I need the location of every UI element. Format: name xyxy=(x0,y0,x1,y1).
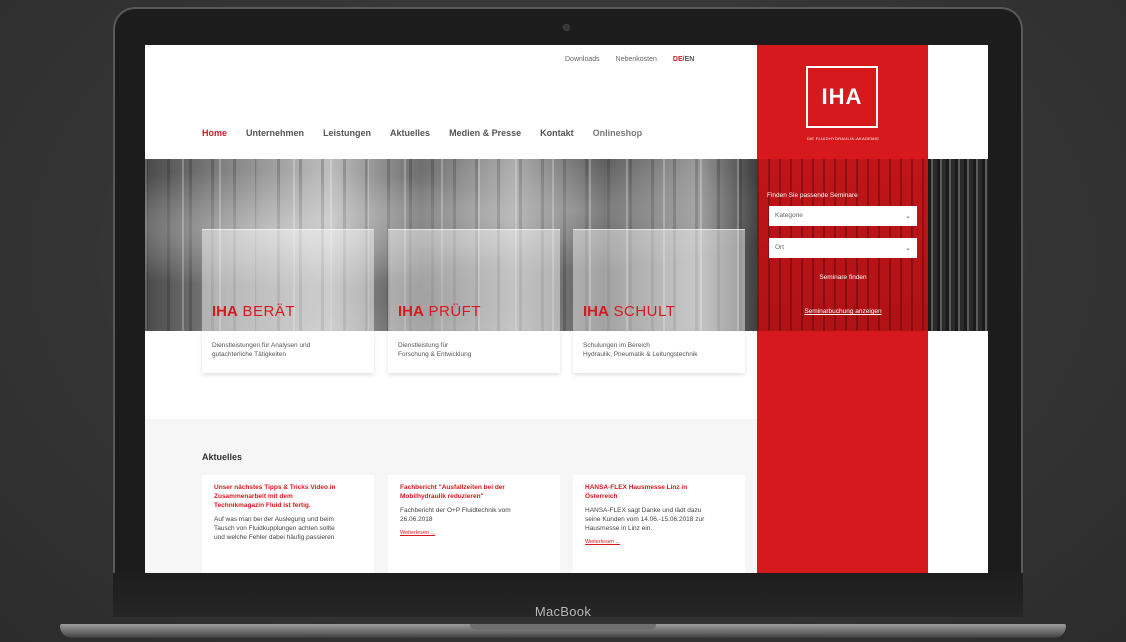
news-title-line: HANSA-FLEX Hausmesse Linz in xyxy=(585,484,688,491)
news-body-line: Fachbericht der O+P Fluidtechnik vom xyxy=(400,507,511,514)
downloads-link[interactable]: Downloads xyxy=(565,56,600,68)
screen: Downloads Nebenkosten DE/EN Home Unterne… xyxy=(145,45,988,573)
news-body: HANSA-FLEX sagt Danke und lädt dazu sein… xyxy=(585,506,733,533)
main-nav: Home Unternehmen Leistungen Aktuelles Me… xyxy=(202,128,642,138)
nav-unternehmen[interactable]: Unternehmen xyxy=(246,128,304,138)
logo-subtitle: DIE FLUIDHYDRAULIK-AKADEMIE xyxy=(806,136,880,141)
news-title[interactable]: Fachbericht "Ausfallzeiten bei der Mobil… xyxy=(400,483,548,501)
nav-onlineshop[interactable]: Onlineshop xyxy=(593,128,643,138)
news-body-line: 26.06.2018 xyxy=(400,516,433,523)
chevron-down-icon: ⌄ xyxy=(905,245,911,252)
news-title-line: Unser nächstes Tipps & Tricks Video in xyxy=(214,484,336,491)
news-title[interactable]: HANSA-FLEX Hausmesse Linz in Österreich xyxy=(585,483,733,501)
news-item[interactable]: Fachbericht "Ausfallzeiten bei der Mobil… xyxy=(388,475,560,573)
all-seminars-link[interactable]: Seminarbuchung anzeigen xyxy=(769,308,917,315)
news-title-line: Fachbericht "Ausfallzeiten bei der xyxy=(400,484,505,491)
card-line: Dienstleistungen für Analysen und xyxy=(212,342,311,349)
news-body-line: Auf was man bei der Auslegung und beim xyxy=(214,516,334,523)
news-body-line: und welche Fehler dabei häufig passieren xyxy=(214,534,335,541)
nav-leistungen[interactable]: Leistungen xyxy=(323,128,371,138)
location-select[interactable]: Ort ⌄ xyxy=(769,238,917,258)
iha-logo[interactable]: IHA xyxy=(806,66,878,128)
logo-text: IHA xyxy=(821,84,863,109)
card-berat-word: BERÄT xyxy=(242,303,296,320)
card-line: gutachterliche Tätigkeiten xyxy=(212,351,286,358)
category-select-label: Kategorie xyxy=(775,212,803,219)
card-line: Forschung & Entwicklung xyxy=(398,351,472,358)
red-sidebar: IHA DIE FLUIDHYDRAULIK-AKADEMIE Finden S… xyxy=(757,45,928,573)
card-pruft-word: PRÜFT xyxy=(428,303,482,320)
read-more-link[interactable]: Weiterlesen ... xyxy=(585,539,733,545)
nav-aktuelles[interactable]: Aktuelles xyxy=(390,128,430,138)
category-select[interactable]: Kategorie ⌄ xyxy=(769,206,917,226)
news-body: Fachbericht der O+P Fluidtechnik vom 26.… xyxy=(400,506,548,524)
card-line: Hydraulik, Pneumatik & Leitungstechnik xyxy=(583,351,698,358)
news-title-line: Österreich xyxy=(585,493,618,500)
right-hero-strip xyxy=(928,159,988,331)
card-berat-brand: IHA xyxy=(212,303,238,320)
news-title-line: Mobilhydraulik reduzieren" xyxy=(400,493,484,500)
card-schult-word: SCHULT xyxy=(613,303,676,320)
news-heading: Aktuelles xyxy=(202,452,243,462)
nav-kontakt[interactable]: Kontakt xyxy=(540,128,574,138)
card-pruft-title[interactable]: IHA PRÜFT xyxy=(398,303,481,320)
news-title-line: Zusammenarbeit mit dem xyxy=(214,493,293,500)
nebenkosten-link[interactable]: Nebenkosten xyxy=(616,56,657,68)
news-item[interactable]: Unser nächstes Tipps & Tricks Video in Z… xyxy=(202,475,374,573)
card-berat-title[interactable]: IHA BERÄT xyxy=(212,303,295,320)
news-body: Auf was man bei der Auslegung und beim T… xyxy=(214,515,362,542)
language-switch: DE/EN xyxy=(673,56,694,68)
news-body-line: seine Kunden vom 14.06.-15.06.2018 zur xyxy=(585,516,705,523)
chevron-down-icon: ⌄ xyxy=(905,213,911,220)
lang-en-link[interactable]: EN xyxy=(685,56,695,63)
location-select-label: Ort xyxy=(775,244,785,251)
top-links: Downloads Nebenkosten DE/EN xyxy=(565,56,694,68)
read-more-link[interactable]: Weiterlesen ... xyxy=(400,530,548,536)
lang-de-link[interactable]: DE xyxy=(673,56,683,63)
news-title-line: Technikmagazin Fluid ist fertig. xyxy=(214,502,311,509)
camera-icon xyxy=(563,24,570,31)
card-schult-brand: IHA xyxy=(583,303,609,320)
card-schult-title[interactable]: IHA SCHULT xyxy=(583,303,675,320)
find-seminars-button[interactable]: Seminare finden xyxy=(769,270,917,286)
seminar-finder-title: Finden Sie passende Seminare xyxy=(767,192,858,199)
card-schult-description: Schulungen im Bereich Hydraulik, Pneumat… xyxy=(573,331,745,373)
news-body-line: Hausmesse in Linz ein. xyxy=(585,525,653,532)
card-line: Schulungen im Bereich xyxy=(583,342,650,349)
news-item[interactable]: HANSA-FLEX Hausmesse Linz in Österreich … xyxy=(573,475,745,573)
card-pruft-brand: IHA xyxy=(398,303,424,320)
nav-home[interactable]: Home xyxy=(202,128,227,138)
nav-medien-presse[interactable]: Medien & Presse xyxy=(449,128,521,138)
news-title[interactable]: Unser nächstes Tipps & Tricks Video in Z… xyxy=(214,483,362,510)
card-line: Dienstleistung für xyxy=(398,342,449,349)
news-body-line: Tausch von Fluidkupplungen achten sollte xyxy=(214,525,335,532)
card-pruft-description: Dienstleistung für Forschung & Entwicklu… xyxy=(388,331,560,373)
card-berat-description: Dienstleistungen für Analysen und gutach… xyxy=(202,331,374,373)
device-label: MacBook xyxy=(534,604,592,619)
laptop-notch xyxy=(470,624,656,630)
news-body-line: HANSA-FLEX sagt Danke und lädt dazu xyxy=(585,507,702,514)
